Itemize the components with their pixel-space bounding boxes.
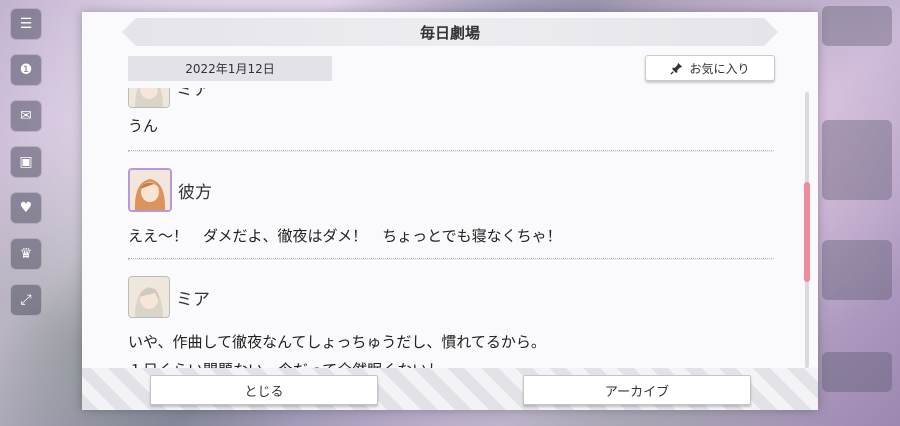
modal-title: 毎日劇場 (122, 18, 778, 46)
dialogue-list[interactable]: ミア うん 彼方 ええ〜！ ダメだよ、徹夜はダメ！ ちょっとでも寝なくちゃ！ ミ… (128, 88, 774, 368)
favorite-label: お気に入り (689, 61, 750, 76)
divider (128, 258, 774, 260)
archive-button[interactable]: アーカイブ (523, 375, 751, 405)
date-label: 2022年1月12日 (128, 56, 332, 81)
daily-theater-modal: 毎日劇場 2022年1月12日 お気に入り ミア うん 彼方 ええ〜！ ダメだよ… (82, 12, 818, 410)
favorite-button[interactable]: お気に入り (645, 55, 775, 81)
dialogue-text: いや、作曲して徹夜なんてしょっちゅうだし、慣れてるから。 １日くらい問題ない。今… (128, 328, 774, 368)
speaker-name: 彼方 (178, 182, 212, 203)
chat-icon[interactable]: ❶ (10, 54, 42, 86)
scrollbar-thumb[interactable] (804, 182, 810, 282)
pin-icon (670, 62, 683, 75)
shop-icon[interactable]: ✉ (10, 100, 42, 132)
right-panel-deco (822, 240, 892, 300)
header-counter (822, 6, 892, 46)
list-item: 彼方 ええ〜！ ダメだよ、徹夜はダメ！ ちょっとでも寝なくちゃ！ (128, 168, 774, 260)
speaker-name: ミア (176, 88, 210, 100)
speaker-row: ミア (128, 88, 774, 108)
list-item: ミア うん (128, 88, 774, 152)
close-button[interactable]: とじる (150, 375, 378, 405)
avatar (128, 88, 170, 108)
fullscreen-icon[interactable]: ⤢ (10, 284, 42, 316)
right-panel-deco (822, 352, 892, 392)
side-menu: ☰ ❶ ✉ ▣ ♥ ♛ ⤢ (10, 8, 44, 316)
gift-icon[interactable]: ▣ (10, 146, 42, 178)
list-item: ミア いや、作曲して徹夜なんてしょっちゅうだし、慣れてるから。 １日くらい問題な… (128, 276, 774, 368)
avatar (128, 168, 172, 212)
speaker-row: 彼方 (128, 168, 774, 212)
dialogue-text: うん (128, 112, 774, 140)
modal-footer: とじる アーカイブ (82, 368, 818, 410)
menu-icon[interactable]: ☰ (10, 8, 42, 40)
dialogue-line: １日くらい問題ない。今だって全然眠くないし (128, 356, 774, 368)
speaker-name: ミア (176, 289, 210, 310)
trophy-icon[interactable]: ♛ (10, 238, 42, 270)
speaker-row: ミア (128, 276, 774, 318)
favorite-icon[interactable]: ♥ (10, 192, 42, 224)
dialogue-line: いや、作曲して徹夜なんてしょっちゅうだし、慣れてるから。 (128, 333, 546, 351)
divider (128, 150, 774, 152)
dialogue-line: ええ〜！ ダメだよ、徹夜はダメ！ ちょっとでも寝なくちゃ！ (128, 227, 562, 245)
dialogue-text: ええ〜！ ダメだよ、徹夜はダメ！ ちょっとでも寝なくちゃ！ (128, 222, 774, 250)
right-panel-deco (822, 120, 892, 200)
avatar (128, 276, 170, 318)
dialogue-line: うん (128, 117, 159, 135)
